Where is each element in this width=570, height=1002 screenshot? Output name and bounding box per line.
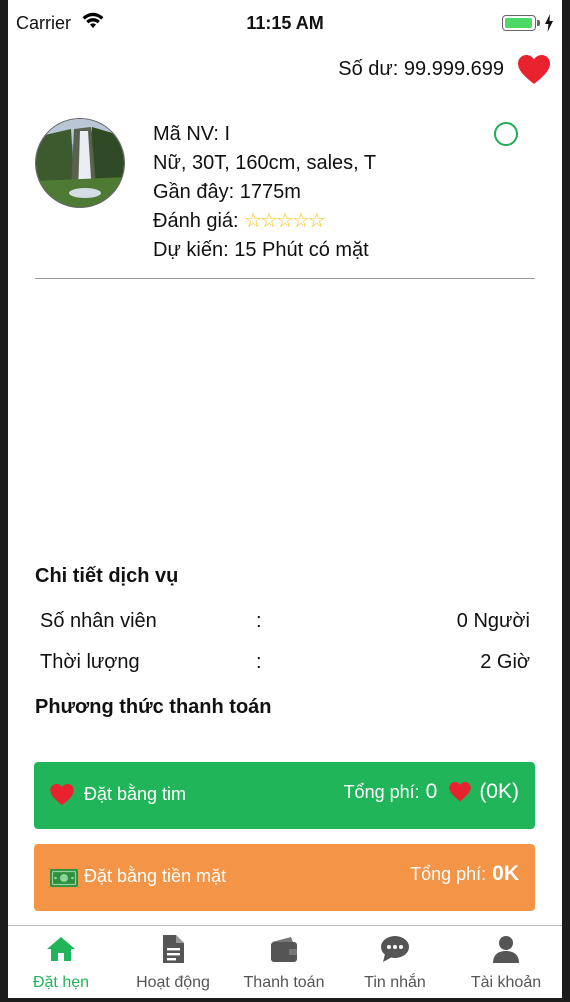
battery-level (505, 18, 532, 28)
heart-icon (50, 784, 74, 806)
tab-messages[interactable]: Tin nhắn (340, 926, 450, 998)
pay-label: Đặt bằng tiền mặt (84, 866, 227, 886)
row-label: Số nhân viên (40, 610, 157, 632)
pay-total: Tổng phí: 0 (0K) (344, 780, 519, 804)
book-with-hearts-button[interactable]: Đặt bằng tim Tổng phí: 0 (0K) (34, 762, 535, 829)
balance-text: Số dư: 99.999.699 (338, 58, 504, 80)
battery-cap (537, 20, 540, 26)
tab-activity[interactable]: Hoạt động (118, 926, 228, 998)
chat-icon (381, 936, 409, 962)
rating-stars-icon: ☆☆☆☆☆ (244, 210, 326, 232)
tab-bar: Đặt hẹn Hoạt động Thanh toán Tin nhắn Tà… (8, 925, 562, 998)
total-label: Tổng phí: (410, 863, 487, 884)
profile-info: Mã NV: I Nữ, 30T, 160cm, sales, T Gần đâ… (153, 120, 376, 265)
home-icon (47, 937, 75, 961)
row-label: Thời lượng (40, 651, 140, 673)
service-row-staff-count: Số nhân viên : 0 Người (40, 610, 530, 638)
book-with-cash-button[interactable]: Đặt bằng tiền mặt Tổng phí: 0K (34, 844, 535, 911)
heart-icon (449, 782, 471, 802)
row-value: 2 Giờ (480, 651, 530, 673)
tab-payment[interactable]: Thanh toán (229, 926, 339, 998)
employee-rating: Đánh giá: ☆☆☆☆☆ (153, 207, 376, 236)
divider (35, 278, 535, 279)
tab-label: Thanh toán (243, 974, 325, 991)
tab-booking[interactable]: Đặt hẹn (8, 926, 116, 998)
cash-icon (50, 869, 78, 887)
person-icon (493, 936, 519, 963)
charging-bolt-icon (545, 14, 553, 32)
employee-details: Nữ, 30T, 160cm, sales, T (153, 152, 377, 174)
tab-label: Hoạt động (136, 974, 210, 991)
pay-total: Tổng phí: 0K (410, 862, 519, 886)
tab-account[interactable]: Tài khoản (451, 926, 561, 998)
employee-id: Mã NV: I (153, 123, 231, 145)
total-amount: 0 (425, 780, 438, 803)
document-icon (163, 935, 184, 963)
total-label: Tổng phí: (343, 781, 420, 802)
row-colon: : (256, 610, 262, 632)
wallet-icon (271, 937, 297, 962)
avatar[interactable] (35, 118, 125, 208)
waterfall-photo (36, 119, 124, 207)
heart-icon[interactable] (518, 55, 550, 85)
row-value: 0 Người (456, 610, 530, 632)
tab-label: Đặt hẹn (32, 974, 90, 991)
online-status-icon (494, 122, 518, 146)
clock: 11:15 AM (246, 13, 324, 33)
payment-method-title: Phương thức thanh toán (35, 696, 272, 718)
pay-label: Đặt bằng tim (84, 784, 187, 804)
employee-eta: Dự kiến: 15 Phút có mặt (153, 239, 369, 261)
total-suffix: (0K) (479, 780, 519, 803)
service-details-title: Chi tiết dịch vụ (35, 565, 179, 587)
tab-label: Tài khoản (470, 974, 542, 991)
tab-label: Tin nhắn (364, 974, 426, 991)
employee-distance: Gần đây: 1775m (153, 181, 301, 203)
app-screen: Carrier 11:15 AM Số dư: 99.999.699 Mã NV… (8, 0, 562, 998)
status-bar: Carrier 11:15 AM (8, 0, 562, 46)
row-colon: : (256, 651, 262, 673)
total-amount: 0K (492, 862, 519, 885)
battery-icon (502, 15, 536, 31)
rating-label: Đánh giá: (153, 210, 239, 232)
service-row-duration: Thời lượng : 2 Giờ (40, 651, 530, 679)
